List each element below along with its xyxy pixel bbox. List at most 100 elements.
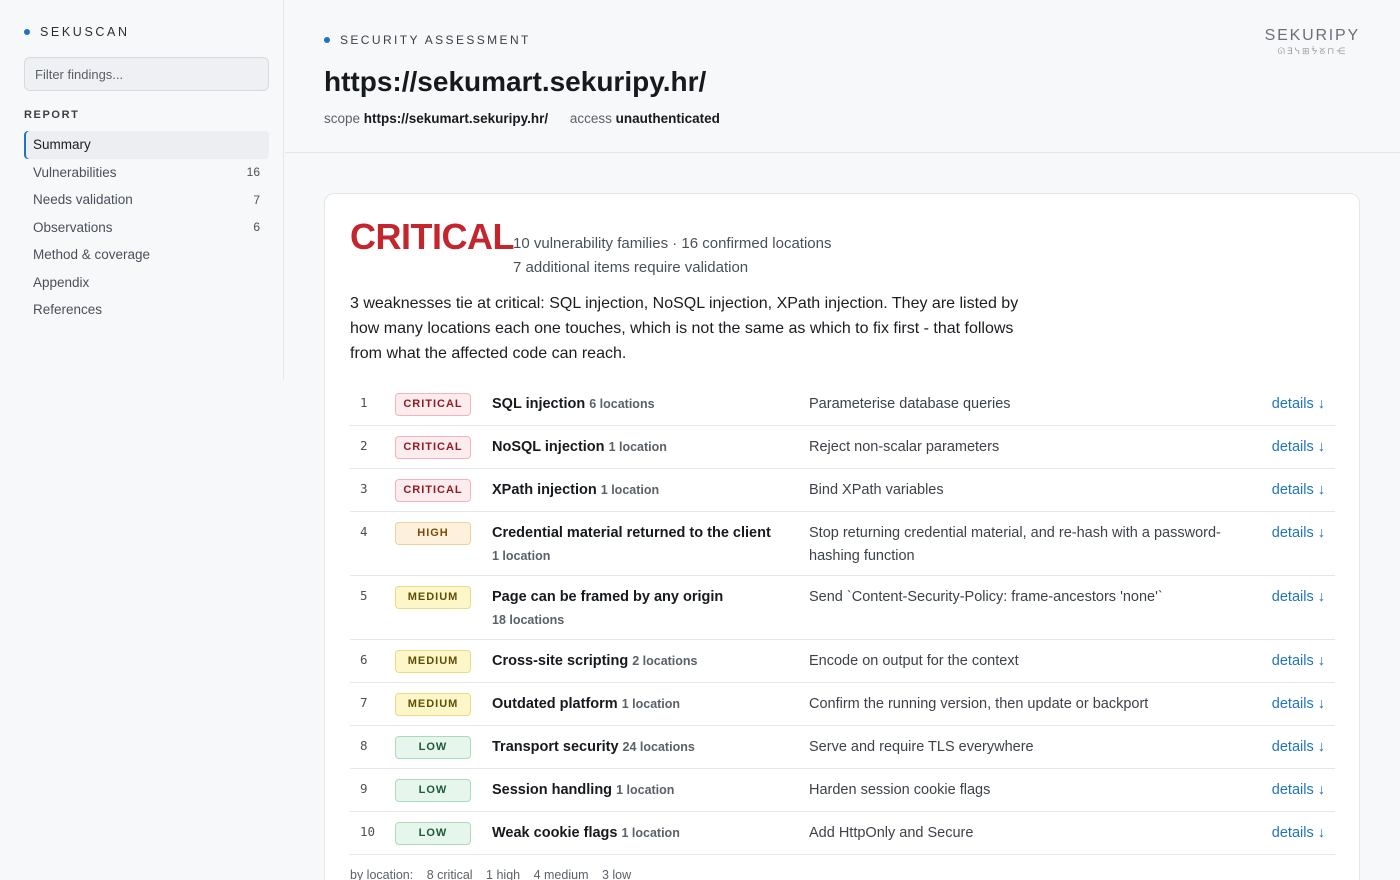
finding-row: 6 MEDIUM Cross-site scripting 2 location…: [350, 640, 1335, 683]
finding-fix: Stop returning credential material, and …: [809, 525, 1221, 564]
details-link[interactable]: details ↓: [1259, 479, 1335, 502]
finding-rank: 9: [360, 781, 368, 796]
nav-item-label: References: [33, 302, 103, 318]
location-breakdown: by location: 8 critical 1 high 4 medium …: [350, 868, 641, 880]
scope-value: https://sekumart.sekuripy.hr/: [363, 111, 549, 126]
breakdown-high: 1 high: [486, 868, 521, 880]
severity-badge: LOW: [395, 822, 471, 845]
finding-locations: 1 location: [621, 697, 681, 711]
severity-badge: MEDIUM: [395, 693, 471, 716]
details-link[interactable]: details ↓: [1259, 736, 1335, 759]
severity-badge: CRITICAL: [395, 436, 471, 459]
summary-stats: 10 vulnerability families · 16 confirmed…: [513, 232, 831, 280]
eyebrow-label: SECURITY ASSESSMENT: [340, 33, 531, 47]
nav-item-count: 7: [253, 192, 260, 207]
report-section-label: REPORT: [24, 109, 80, 121]
finding-fix: Parameterise database queries: [809, 396, 1011, 412]
logo-glyphs: ᘏ∃ᓭ⊞ᖭᘜ⊓⋲: [1277, 46, 1348, 56]
severity-badge: LOW: [395, 779, 471, 802]
nav-item-appendix[interactable]: Appendix: [24, 269, 269, 297]
finding-fix: Harden session cookie flags: [809, 782, 991, 798]
summary-card: CRITICAL 10 vulnerability families · 16 …: [324, 193, 1360, 880]
severity-badge: HIGH: [395, 522, 471, 545]
logo-text: SEKURIPY: [1264, 27, 1360, 44]
details-link[interactable]: details ↓: [1259, 693, 1335, 716]
summary-line-2: 7 additional items require validation: [513, 259, 749, 276]
nav-item-needs-validation[interactable]: Needs validation 7: [24, 186, 269, 214]
filter-findings-input[interactable]: [24, 57, 269, 91]
summary-line-1: 10 vulnerability families · 16 confirmed…: [513, 235, 832, 252]
nav-item-count: 16: [246, 165, 260, 180]
finding-name: Cross-site scripting: [492, 653, 629, 669]
summary-intro: 3 weaknesses tie at critical: SQL inject…: [350, 295, 1019, 362]
finding-name: Session handling: [492, 782, 613, 798]
finding-locations: 6 locations: [589, 397, 655, 411]
eyebrow: SECURITY ASSESSMENT: [324, 33, 531, 47]
details-link[interactable]: details ↓: [1259, 650, 1335, 673]
breakdown-low: 3 low: [601, 868, 632, 880]
finding-rank: 8: [360, 738, 368, 753]
app-brand[interactable]: SEKUSCAN: [24, 25, 130, 39]
details-link[interactable]: details ↓: [1259, 586, 1335, 609]
finding-fix: Confirm the running version, then update…: [809, 696, 1149, 712]
finding-row: 7 MEDIUM Outdated platform 1 location Co…: [350, 683, 1335, 726]
nav-item-vulnerabilities[interactable]: Vulnerabilities 16: [24, 159, 269, 187]
finding-locations: 18 locations: [492, 613, 565, 627]
nav-item-summary[interactable]: Summary: [24, 131, 269, 159]
nav-item-method-coverage[interactable]: Method & coverage: [24, 241, 269, 269]
scope-label: scope: [324, 111, 361, 126]
eyebrow-dot-icon: [324, 37, 330, 43]
nav-item-label: Observations: [33, 219, 113, 235]
finding-locations: 1 location: [608, 440, 667, 454]
finding-row: 2 CRITICAL NoSQL injection 1 location Re…: [350, 426, 1335, 469]
finding-row: 4 HIGH Credential material returned to t…: [350, 512, 1335, 576]
finding-rank: 4: [360, 524, 368, 539]
breakdown-critical: 8 critical: [426, 868, 473, 880]
severity-badge: MEDIUM: [395, 586, 471, 609]
nav-item-label: Method & coverage: [33, 247, 151, 263]
finding-fix: Reject non-scalar parameters: [809, 439, 1000, 455]
nav-item-observations[interactable]: Observations 6: [24, 214, 269, 242]
finding-locations: 2 locations: [632, 654, 698, 668]
nav-item-count: 6: [253, 220, 260, 235]
findings-table: 1 CRITICAL SQL injection 6 locations Par…: [350, 383, 1335, 855]
nav-item-label: Vulnerabilities: [33, 164, 117, 180]
sekuripy-logo: SEKURIPY ᘏ∃ᓭ⊞ᖭᘜ⊓⋲: [1265, 27, 1360, 57]
finding-locations: 1 location: [600, 483, 660, 497]
finding-fix: Add HttpOnly and Secure: [809, 825, 974, 841]
details-link[interactable]: details ↓: [1259, 822, 1335, 845]
brand-label: SEKUSCAN: [40, 25, 130, 39]
nav-item-label: Needs validation: [33, 192, 133, 208]
details-link[interactable]: details ↓: [1259, 436, 1335, 459]
nav-item-label: Appendix: [33, 274, 90, 290]
page-title: https://sekumart.sekuripy.hr/: [324, 66, 707, 97]
finding-locations: 24 locations: [622, 740, 695, 754]
finding-fix: Send `Content-Security-Policy: frame-anc…: [809, 589, 1163, 605]
report-nav: Summary Vulnerabilities 16 Needs validati…: [24, 131, 269, 324]
severity-badge: MEDIUM: [395, 650, 471, 673]
finding-row: 10 LOW Weak cookie flags 1 location Add …: [350, 812, 1335, 855]
finding-name: SQL injection: [492, 396, 586, 412]
finding-row: 5 MEDIUM Page can be framed by any origi…: [350, 576, 1335, 640]
finding-row: 3 CRITICAL XPath injection 1 location Bi…: [350, 469, 1335, 512]
finding-name: Credential material returned to the clie…: [492, 525, 771, 541]
details-link[interactable]: details ↓: [1259, 522, 1335, 545]
access-label: access: [569, 111, 612, 126]
finding-name: NoSQL injection: [492, 439, 605, 455]
details-link[interactable]: details ↓: [1259, 393, 1335, 416]
nav-item-references[interactable]: References: [24, 296, 269, 324]
severity-badge: LOW: [395, 736, 471, 759]
finding-row: 1 CRITICAL SQL injection 6 locations Par…: [350, 383, 1335, 426]
breakdown-label: by location:: [350, 868, 414, 880]
finding-rank: 1: [360, 395, 368, 410]
report-header: SECURITY ASSESSMENT https://sekumart.sek…: [285, 0, 1400, 153]
finding-locations: 1 location: [492, 549, 551, 563]
severity-badge: CRITICAL: [395, 479, 471, 502]
finding-fix: Encode on output for the context: [809, 653, 1019, 669]
finding-row: 9 LOW Session handling 1 location Harden…: [350, 769, 1335, 812]
severity-badge: CRITICAL: [395, 393, 471, 416]
finding-locations: 1 location: [616, 783, 675, 797]
details-link[interactable]: details ↓: [1259, 779, 1335, 802]
finding-name: Weak cookie flags: [492, 825, 618, 841]
finding-locations: 1 location: [621, 826, 680, 840]
